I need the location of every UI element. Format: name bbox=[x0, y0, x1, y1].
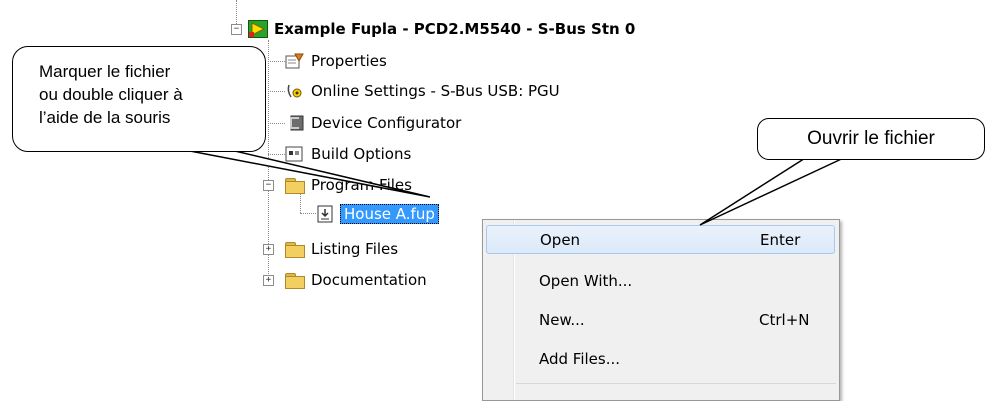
build-options-icon bbox=[285, 145, 305, 163]
folder-icon bbox=[285, 272, 305, 289]
tree-item-online-settings[interactable]: Online Settings - S-Bus USB: PGU bbox=[285, 80, 560, 102]
callout-select-file: Marquer le fichier ou double cliquer à l… bbox=[12, 46, 266, 152]
tree-root-device[interactable]: Example Fupla - PCD2.M5540 - S-Bus Stn 0 bbox=[248, 18, 635, 40]
folder-icon bbox=[285, 177, 305, 194]
tree-item-device-configurator[interactable]: Device Configurator bbox=[285, 112, 461, 134]
tree-item-house-a-fup[interactable]: House A.fup bbox=[316, 203, 439, 225]
tree-line bbox=[236, 0, 237, 24]
tree-item-documentation[interactable]: Documentation bbox=[285, 269, 427, 291]
tree-line bbox=[268, 91, 285, 92]
tree-item-label: Device Configurator bbox=[311, 114, 462, 132]
menu-separator bbox=[516, 383, 836, 384]
tree-item-label: House A.fup bbox=[340, 204, 439, 224]
folder-icon bbox=[285, 241, 305, 258]
tree-item-label: Documentation bbox=[311, 271, 427, 289]
callout-text: Ouvrir le fichier bbox=[807, 128, 935, 149]
collapse-toggle[interactable]: − bbox=[263, 180, 274, 191]
menu-item-shortcut: Enter bbox=[760, 230, 801, 249]
menu-item-label: Add Files... bbox=[539, 349, 621, 368]
tree-line bbox=[268, 154, 285, 155]
configurator-icon bbox=[285, 114, 305, 132]
context-menu: Open Enter Open With... New... Ctrl+N Ad… bbox=[482, 219, 840, 401]
tree-root-label: Example Fupla - PCD2.M5540 - S-Bus Stn 0 bbox=[274, 20, 636, 38]
menu-item-open-with[interactable]: Open With... bbox=[486, 266, 835, 295]
tree-item-label: Listing Files bbox=[311, 240, 399, 258]
menu-item-open[interactable]: Open Enter bbox=[486, 225, 835, 254]
menu-item-shortcut: Ctrl+N bbox=[759, 310, 810, 329]
menu-item-add-files[interactable]: Add Files... bbox=[486, 344, 835, 373]
callout-line: Marquer le fichier bbox=[39, 62, 171, 81]
properties-icon bbox=[285, 52, 305, 70]
callout-line: ou double cliquer à bbox=[39, 85, 183, 104]
online-settings-icon bbox=[285, 82, 305, 100]
fupla-file-icon bbox=[316, 205, 336, 223]
menu-item-label: Open bbox=[540, 230, 581, 249]
callout-open-file: Ouvrir le fichier bbox=[757, 118, 985, 160]
tree-item-label: Properties bbox=[311, 52, 387, 70]
expand-toggle[interactable]: + bbox=[263, 275, 274, 286]
collapse-toggle[interactable]: − bbox=[231, 24, 242, 35]
tree-item-build-options[interactable]: Build Options bbox=[285, 143, 411, 165]
tree-item-label: Online Settings - S-Bus USB: PGU bbox=[311, 82, 560, 100]
tree-line bbox=[268, 123, 285, 124]
tree-item-label: Build Options bbox=[311, 145, 412, 163]
expand-toggle[interactable]: + bbox=[263, 244, 274, 255]
tree-item-listing-files[interactable]: Listing Files bbox=[285, 238, 398, 260]
tree-line bbox=[300, 213, 316, 214]
tree-item-label: Program Files bbox=[311, 176, 412, 194]
menu-item-label: New... bbox=[539, 310, 585, 329]
tree-line bbox=[268, 61, 285, 62]
device-play-icon bbox=[248, 20, 268, 38]
tree-item-program-files[interactable]: Program Files bbox=[285, 174, 412, 196]
tree-item-properties[interactable]: Properties bbox=[285, 50, 387, 72]
menu-item-label: Open With... bbox=[539, 271, 633, 290]
callout-line: l’aide de la souris bbox=[39, 108, 171, 127]
menu-item-new[interactable]: New... Ctrl+N bbox=[486, 305, 835, 334]
tree-line bbox=[300, 193, 301, 213]
